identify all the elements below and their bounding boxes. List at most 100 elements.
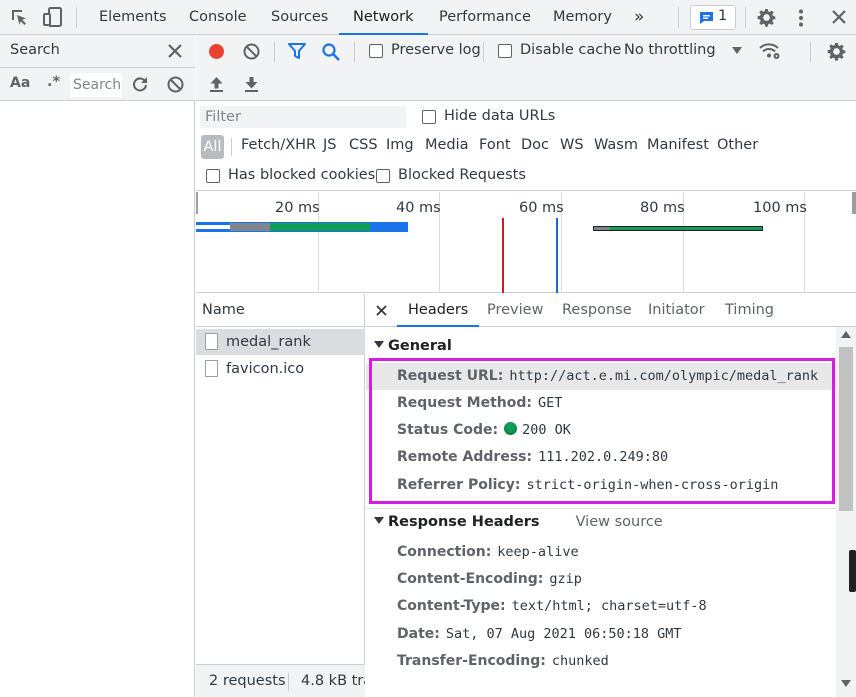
- request-row-medal-rank[interactable]: medal_rank: [196, 329, 365, 355]
- tab-performance[interactable]: Performance: [439, 0, 531, 35]
- header-name: Status Code:: [397, 422, 499, 438]
- regex-button[interactable]: .*: [47, 74, 60, 90]
- type-filter-other[interactable]: Other: [717, 137, 758, 153]
- tab-network[interactable]: Network: [339, 0, 428, 35]
- view-source-link[interactable]: View source: [576, 514, 663, 530]
- scroll-up-arrow-icon[interactable]: [841, 331, 851, 338]
- tab-preview[interactable]: Preview: [487, 294, 543, 327]
- close-devtools-icon[interactable]: [832, 10, 846, 24]
- export-har-icon[interactable]: [244, 76, 259, 93]
- chevron-down-icon: [374, 341, 384, 348]
- clear-search-icon[interactable]: [167, 76, 184, 93]
- header-value: GET: [537, 395, 563, 411]
- overview-bar-segment: [196, 225, 230, 229]
- match-case-button[interactable]: Aa: [10, 75, 30, 91]
- type-filter-doc[interactable]: Doc: [521, 137, 549, 153]
- tab-timing[interactable]: Timing: [725, 294, 774, 327]
- chevron-down-icon[interactable]: [732, 47, 742, 54]
- tab-initiator[interactable]: Initiator: [648, 294, 705, 327]
- tab-response[interactable]: Response: [562, 294, 632, 327]
- divider: [810, 42, 811, 62]
- tab-console[interactable]: Console: [189, 0, 247, 35]
- document-icon: [205, 360, 218, 377]
- issues-count: 1: [718, 8, 728, 24]
- divider: [231, 138, 232, 156]
- header-name: Connection:: [397, 544, 492, 560]
- divider: [274, 42, 275, 62]
- has-blocked-cookies-checkbox[interactable]: [206, 169, 220, 183]
- settings-gear-icon[interactable]: [757, 8, 776, 27]
- type-filter-wasm[interactable]: Wasm: [594, 137, 638, 153]
- type-filter-font[interactable]: Font: [479, 137, 511, 153]
- disable-cache-checkbox[interactable]: [498, 44, 512, 58]
- hide-data-urls-label[interactable]: Hide data URLs: [444, 108, 555, 124]
- type-filter-img[interactable]: Img: [386, 137, 414, 153]
- header-name: Transfer-Encoding:: [397, 653, 546, 669]
- request-row-favicon[interactable]: favicon.ico: [196, 356, 365, 382]
- tab-elements[interactable]: Elements: [99, 0, 167, 35]
- type-filter-ws[interactable]: WS: [560, 137, 584, 153]
- refresh-icon[interactable]: [132, 76, 148, 92]
- overview-bar-segment: [594, 227, 610, 230]
- blocked-requests-checkbox[interactable]: [376, 169, 390, 183]
- more-tabs-button[interactable]: »: [634, 0, 644, 35]
- import-har-icon[interactable]: [209, 76, 224, 93]
- response-headers-title: Response Headers: [388, 514, 540, 530]
- status-success-icon: [504, 422, 518, 435]
- general-section-header[interactable]: General: [374, 338, 452, 354]
- type-filter-css[interactable]: CSS: [349, 137, 378, 153]
- search-icon[interactable]: [322, 43, 340, 61]
- response-headers-section-header[interactable]: Response Headers View source: [374, 514, 663, 530]
- request-count: 2 requests: [209, 673, 286, 689]
- overview-right-handle[interactable]: [852, 192, 856, 214]
- close-details-icon[interactable]: [376, 305, 387, 316]
- tab-headers[interactable]: Headers: [397, 294, 480, 327]
- has-blocked-cookies-label[interactable]: Has blocked cookies: [228, 167, 375, 183]
- name-column-header[interactable]: Name: [196, 294, 365, 327]
- more-options-icon[interactable]: [798, 9, 804, 27]
- divider: [678, 7, 679, 28]
- search-input[interactable]: Search: [70, 73, 122, 97]
- type-filter-all[interactable]: All: [201, 135, 224, 159]
- scroll-down-arrow-icon[interactable]: [841, 680, 851, 687]
- network-conditions-icon[interactable]: [759, 42, 781, 60]
- preserve-log-checkbox[interactable]: [369, 44, 383, 58]
- drawer-resize-handle[interactable]: [849, 550, 856, 592]
- type-filter-fetch-xhr[interactable]: Fetch/XHR: [241, 137, 316, 153]
- network-settings-gear-icon[interactable]: [827, 42, 846, 61]
- disable-cache-label[interactable]: Disable cache: [520, 42, 621, 58]
- search-panel-header: Search: [0, 35, 195, 68]
- tab-sources[interactable]: Sources: [271, 0, 328, 35]
- details-tab-bar: Headers Preview Response Initiator Timin…: [366, 294, 856, 327]
- throttling-select[interactable]: No throttling: [624, 42, 716, 58]
- header-name: Date:: [397, 626, 440, 642]
- request-list: Name medal_rank favicon.ico 2 requests 4…: [196, 294, 365, 697]
- header-value: chunked: [551, 653, 609, 669]
- issues-button[interactable]: 1: [690, 5, 736, 30]
- type-filter-media[interactable]: Media: [425, 137, 469, 153]
- header-row: Request Method: GET: [366, 390, 836, 417]
- tick-label: 40 ms: [396, 200, 441, 216]
- overview-left-handle[interactable]: [196, 192, 198, 214]
- record-icon[interactable]: [208, 43, 225, 60]
- details-scrollbar-thumb[interactable]: [839, 347, 853, 511]
- header-row: Transfer-Encoding: chunked: [366, 648, 836, 675]
- preserve-log-label[interactable]: Preserve log: [391, 42, 481, 58]
- devtools-tab-bar: Elements Console Sources Network Perform…: [0, 0, 856, 35]
- search-toolbar: Aa .* Search: [0, 68, 195, 101]
- header-row: Remote Address: 111.202.0.249:80: [366, 444, 836, 471]
- clear-icon[interactable]: [243, 43, 260, 60]
- tab-memory[interactable]: Memory: [553, 0, 612, 35]
- filter-input[interactable]: Filter: [200, 106, 406, 128]
- device-toolbar-icon[interactable]: [43, 7, 63, 27]
- close-search-icon[interactable]: [168, 44, 182, 58]
- network-overview[interactable]: 20 ms 40 ms 60 ms 80 ms 100 ms: [196, 192, 856, 293]
- type-filter-js[interactable]: JS: [323, 137, 336, 153]
- header-row: Request URL: http://act.e.mi.com/olympic/…: [366, 363, 836, 390]
- filter-icon[interactable]: [288, 43, 306, 60]
- hide-data-urls-checkbox[interactable]: [422, 110, 436, 124]
- header-value: text/html; charset=utf-8: [511, 598, 707, 614]
- inspect-element-icon[interactable]: [10, 8, 28, 26]
- blocked-requests-label[interactable]: Blocked Requests: [398, 167, 526, 183]
- type-filter-manifest[interactable]: Manifest: [647, 137, 709, 153]
